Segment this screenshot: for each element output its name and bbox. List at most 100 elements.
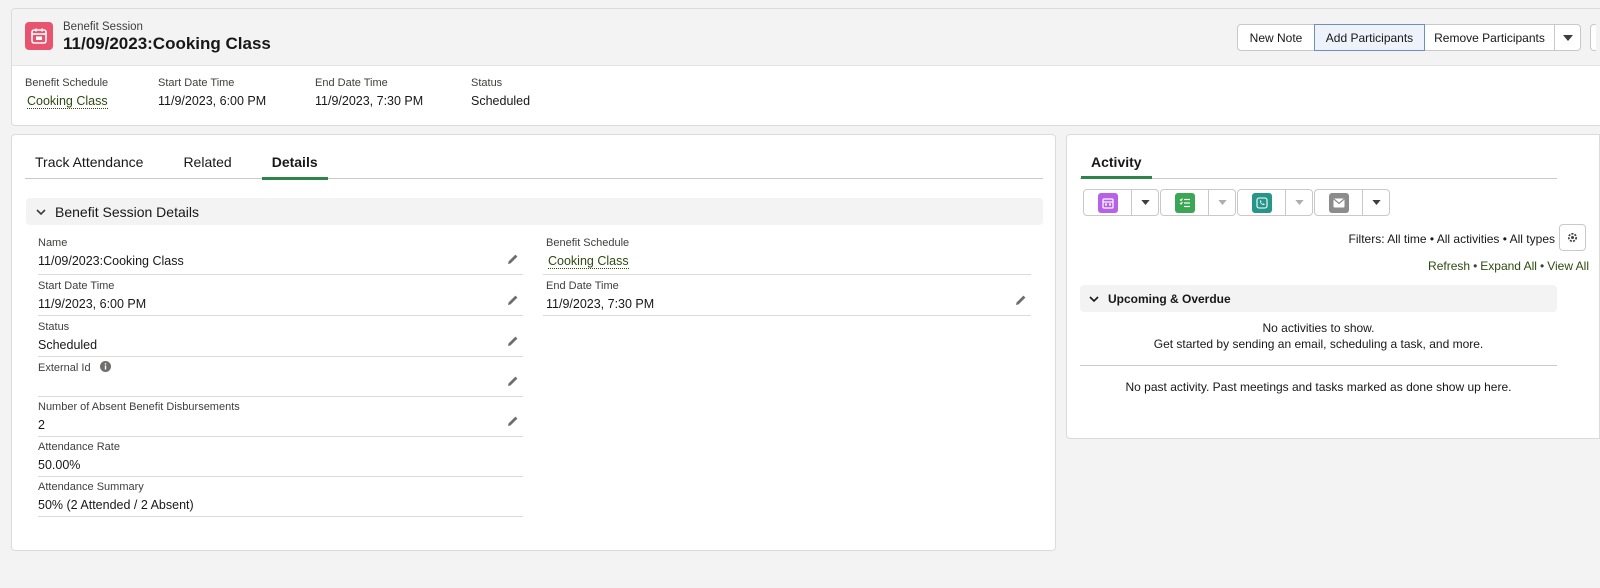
no-activities-text: No activities to show. — [1262, 321, 1375, 335]
field-label: End Date Time — [546, 280, 619, 292]
highlight-value: 11/9/2023, 7:30 PM — [315, 94, 424, 108]
object-type-label: Benefit Session — [63, 21, 143, 33]
filter-settings-button[interactable] — [1559, 224, 1586, 251]
highlight-benefit-schedule: Benefit Schedule Cooking Class — [25, 77, 158, 109]
header-actions: New Note Add Participants Remove Partici… — [1237, 24, 1596, 51]
record-tabs: Track Attendance Related Details — [25, 151, 1043, 180]
record-header: Benefit Session 11/09/2023:Cooking Class… — [11, 8, 1600, 126]
chevron-down-icon — [36, 208, 46, 215]
expand-all-link[interactable]: Expand All — [1480, 259, 1537, 273]
record-header-top: Benefit Session 11/09/2023:Cooking Class… — [12, 9, 1600, 66]
field-label: Number of Absent Benefit Disbursements — [38, 401, 240, 413]
field-label: Status — [38, 321, 70, 333]
refresh-link[interactable]: Refresh — [1428, 259, 1470, 273]
highlight-end: End Date Time 11/9/2023, 7:30 PM — [315, 77, 471, 108]
activity-tabs: Activity — [1080, 151, 1557, 179]
chevron-down-icon — [1217, 200, 1227, 205]
calendar-icon — [1097, 192, 1118, 213]
highlight-start: Start Date Time 11/9/2023, 6:00 PM — [158, 77, 315, 108]
field-label-wrap: External Id — [38, 361, 523, 374]
divider — [1080, 365, 1557, 366]
new-task-button[interactable] — [1160, 189, 1209, 216]
tab-details[interactable]: Details — [261, 151, 328, 180]
record-title: 11/09/2023:Cooking Class — [63, 34, 271, 53]
field-label: External Id — [38, 362, 91, 374]
benefit-schedule-link[interactable]: Cooking Class — [548, 254, 629, 269]
task-icon — [1174, 192, 1195, 213]
chevron-down-icon — [1294, 200, 1304, 205]
view-all-link[interactable]: View All — [1547, 259, 1589, 273]
upcoming-overdue-title: Upcoming & Overdue — [1108, 291, 1231, 306]
new-event-button[interactable] — [1083, 189, 1132, 216]
highlight-label: Start Date Time — [158, 77, 235, 89]
empty-activities: No activities to show. Get started by se… — [1080, 320, 1557, 352]
edit-pencil-icon[interactable] — [507, 294, 519, 306]
field-value: 11/09/2023:Cooking Class — [38, 254, 184, 268]
overflow-button[interactable] — [1590, 24, 1596, 51]
activity-links: Refresh • Expand All • View All — [1428, 259, 1589, 273]
edit-pencil-icon[interactable] — [507, 415, 519, 427]
section-toggle[interactable]: Benefit Session Details — [26, 198, 1043, 225]
phone-icon — [1251, 192, 1272, 213]
tab-activity[interactable]: Activity — [1081, 151, 1152, 179]
field-benefit-schedule: Benefit Schedule Cooking Class — [543, 237, 1031, 275]
field-attendance-summary: Attendance Summary 50% (2 Attended / 2 A… — [38, 481, 523, 517]
field-value: Scheduled — [38, 338, 98, 352]
field-value: 11/9/2023, 6:00 PM — [38, 297, 147, 311]
edit-pencil-icon[interactable] — [507, 375, 519, 387]
field-start-date: Start Date Time 11/9/2023, 6:00 PM — [38, 280, 523, 316]
activity-card: Activity Filters: All time • All activit… — [1066, 134, 1600, 439]
highlight-status: Status Scheduled — [471, 77, 571, 108]
highlight-label: Benefit Schedule — [25, 77, 109, 89]
section-title: Benefit Session Details — [55, 203, 199, 220]
benefit-session-icon — [25, 22, 53, 50]
chevron-down-icon — [1089, 295, 1099, 302]
log-call-dropdown[interactable] — [1286, 189, 1313, 216]
email-dropdown[interactable] — [1363, 189, 1390, 216]
field-label: Start Date Time — [38, 280, 115, 292]
edit-pencil-icon[interactable] — [507, 253, 519, 265]
field-end-date: End Date Time 11/9/2023, 7:30 PM — [543, 280, 1031, 316]
edit-pencil-icon[interactable] — [1015, 294, 1027, 306]
field-value: 11/9/2023, 7:30 PM — [546, 297, 655, 311]
field-value: 50.00% — [38, 458, 81, 472]
new-event-action — [1083, 189, 1159, 216]
info-icon[interactable] — [99, 361, 111, 372]
field-label: Attendance Rate — [38, 441, 120, 453]
more-actions-button[interactable] — [1554, 24, 1581, 51]
benefit-schedule-link[interactable]: Cooking Class — [27, 94, 108, 109]
field-label: Benefit Schedule — [546, 237, 630, 249]
chevron-down-icon — [1140, 200, 1150, 205]
no-past-activity-text: No past activity. Past meetings and task… — [1125, 380, 1512, 394]
field-label: Attendance Summary — [38, 481, 144, 493]
edit-pencil-icon[interactable] — [507, 335, 519, 347]
field-name: Name 11/09/2023:Cooking Class — [38, 237, 523, 275]
separator: • — [1473, 259, 1478, 273]
email-button[interactable] — [1314, 189, 1363, 216]
email-action — [1314, 189, 1390, 216]
log-call-action — [1237, 189, 1313, 216]
highlight-value: 11/9/2023, 6:00 PM — [158, 94, 267, 108]
field-attendance-rate: Attendance Rate 50.00% — [38, 441, 523, 477]
details-card: Track Attendance Related Details Benefit… — [11, 134, 1056, 551]
get-started-text: Get started by sending an email, schedul… — [1153, 337, 1484, 351]
new-note-button[interactable]: New Note — [1237, 24, 1315, 51]
highlight-label: Status — [471, 77, 503, 89]
add-participants-button[interactable]: Add Participants — [1314, 24, 1425, 51]
field-value: 50% (2 Attended / 2 Absent) — [38, 498, 194, 512]
chevron-down-icon — [1371, 200, 1381, 205]
tab-related[interactable]: Related — [183, 151, 231, 179]
log-call-button[interactable] — [1237, 189, 1286, 216]
new-event-dropdown[interactable] — [1132, 189, 1159, 216]
highlight-label: End Date Time — [315, 77, 388, 89]
highlight-value: Scheduled — [471, 94, 531, 108]
upcoming-overdue-toggle[interactable]: Upcoming & Overdue — [1080, 285, 1557, 312]
remove-participants-button[interactable]: Remove Participants — [1424, 24, 1555, 51]
field-label: Name — [38, 237, 68, 249]
activity-filters: Filters: All time • All activities • All… — [1348, 232, 1555, 246]
new-task-action — [1160, 189, 1236, 216]
tab-track-attendance[interactable]: Track Attendance — [35, 151, 143, 179]
new-task-dropdown[interactable] — [1209, 189, 1236, 216]
email-icon — [1328, 192, 1349, 213]
field-absent-disbursements: Number of Absent Benefit Disbursements 2 — [38, 401, 523, 437]
